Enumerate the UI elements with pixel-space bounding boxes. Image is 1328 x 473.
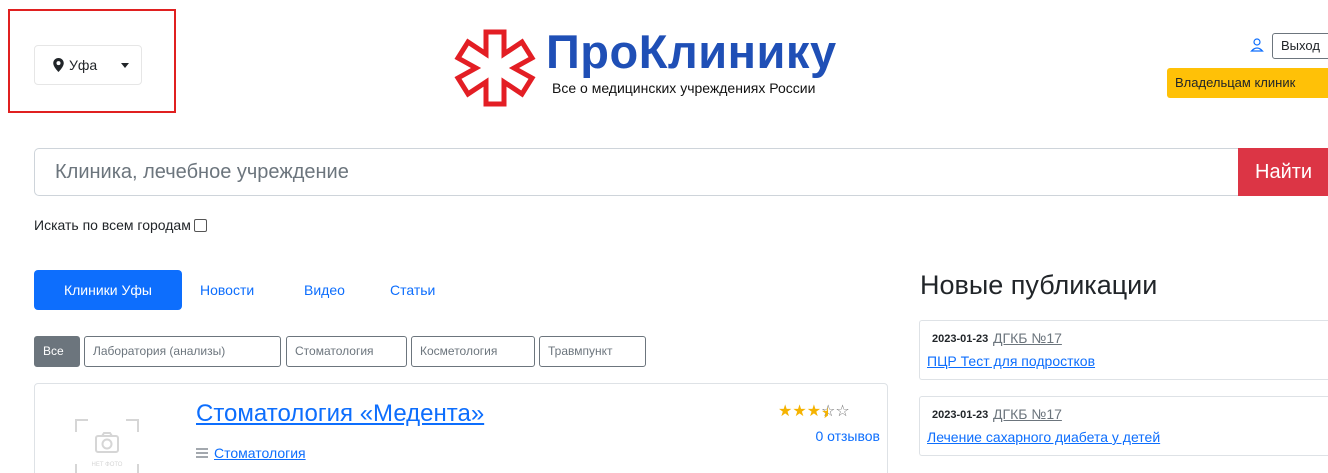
city-name: Уфа — [69, 57, 98, 73]
site-logo[interactable]: ПроКлинику Все о медицинских учреждениях… — [450, 25, 837, 108]
all-cities-checkbox[interactable] — [193, 218, 207, 232]
star-icon: ★ — [806, 403, 822, 420]
clinic-card — [34, 383, 888, 473]
logo-brand: ПроКлинику — [546, 25, 837, 78]
clinic-category: Стоматология — [196, 445, 306, 461]
user-icon[interactable] — [1250, 38, 1264, 52]
publication-title[interactable]: Лечение сахарного диабета у детей — [927, 429, 1160, 445]
publication-date: 2023-01-23 — [932, 333, 989, 345]
publication-source[interactable]: ДГКБ №17 — [993, 406, 1062, 422]
rating-stars: ★★★☆ ★ ☆ — [778, 401, 850, 422]
logo-tagline: Все о медицинских учреждениях России — [552, 80, 816, 96]
camera-icon: НЕТ ФОТО — [75, 419, 139, 473]
tab-video[interactable]: Видео — [304, 270, 345, 310]
chevron-down-icon[interactable] — [121, 63, 129, 68]
filter-all[interactable]: Все — [34, 336, 80, 367]
tab-news[interactable]: Новости — [200, 270, 254, 310]
list-icon — [196, 448, 208, 458]
search-input[interactable]: Клиника, лечебное учреждение — [34, 148, 1240, 196]
filter-cosmetology[interactable]: Косметология — [411, 336, 535, 367]
star-icon: ★ — [778, 403, 793, 420]
search-all-cities[interactable]: Искать по всем городам — [34, 217, 207, 233]
logout-button[interactable]: Выход — [1272, 33, 1328, 59]
clinic-title[interactable]: Стоматология «Медента» — [196, 400, 484, 428]
publication-title[interactable]: ПЦР Тест для подростков — [927, 353, 1095, 369]
reviews-count[interactable]: 0 отзывов — [780, 428, 880, 444]
all-cities-label: Искать по всем городам — [34, 217, 191, 233]
owners-button[interactable]: Владельцам клиник — [1167, 68, 1328, 98]
city-selector[interactable]: Уфа — [34, 45, 142, 85]
star-icon: ★ — [792, 403, 807, 420]
publication-item[interactable]: 2023-01-23 ДГКБ №17 ПЦР Тест для подрост… — [919, 320, 1328, 380]
star-half-icon: ☆ ★ — [821, 403, 836, 422]
map-pin-icon — [53, 58, 64, 72]
filter-trauma[interactable]: Травмпункт — [539, 336, 646, 367]
star-empty-icon: ☆ — [835, 403, 850, 420]
publication-date: 2023-01-23 — [932, 409, 989, 421]
tab-clinics[interactable]: Клиники Уфы — [34, 270, 182, 310]
filter-dentistry[interactable]: Стоматология — [286, 336, 407, 367]
clinic-category-link[interactable]: Стоматология — [214, 445, 306, 461]
sidebar-title: Новые публикации — [920, 270, 1158, 300]
no-photo-label: НЕТ ФОТО — [92, 462, 123, 468]
publication-item[interactable]: 2023-01-23 ДГКБ №17 Лечение сахарного ди… — [919, 396, 1328, 456]
publication-source[interactable]: ДГКБ №17 — [993, 330, 1062, 346]
medical-star-logo-icon — [454, 29, 536, 107]
filter-lab[interactable]: Лаборатория (анализы) — [84, 336, 281, 367]
tab-articles[interactable]: Статьи — [390, 270, 435, 310]
search-button[interactable]: Найти — [1238, 148, 1328, 196]
